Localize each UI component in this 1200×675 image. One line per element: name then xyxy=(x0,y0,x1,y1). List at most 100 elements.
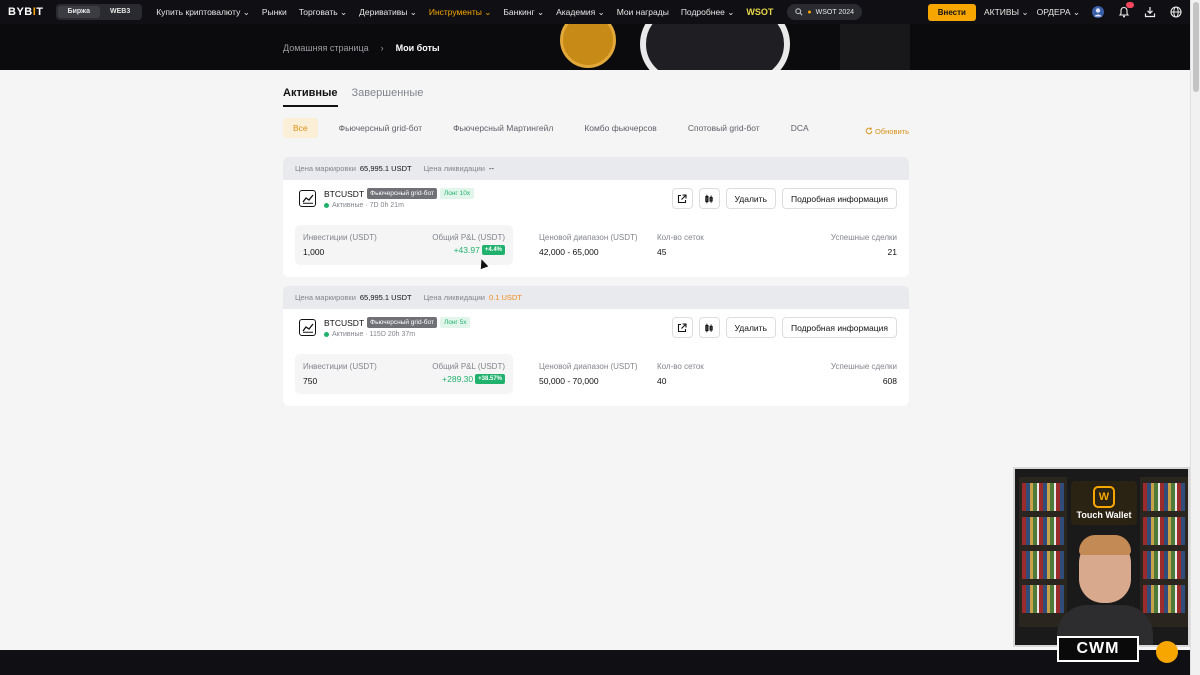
investment-label: Инвестиции (USDT) xyxy=(303,362,377,371)
chevron-right-icon: › xyxy=(380,43,384,53)
investment-pnl-box: Инвестиции (USDT) 750 Общий P&L (USDT) +… xyxy=(295,354,513,394)
page-footer xyxy=(0,650,1190,675)
help-chat-button[interactable] xyxy=(1156,641,1178,663)
nav-item-label: Академия xyxy=(556,6,596,17)
investment-value: 1,000 xyxy=(303,247,325,257)
presenter xyxy=(1057,535,1153,645)
bot-type-badge: Фьючерсный grid-бот xyxy=(367,317,437,328)
liq-price-value: 0.1 USDT xyxy=(488,293,522,302)
tab-completed[interactable]: Завершенные xyxy=(352,87,424,107)
nav-item-label: Деривативы xyxy=(359,6,408,17)
range-label: Ценовой диапазон (USDT) xyxy=(539,362,638,371)
bot-type-badge: Фьючерсный grid-бот xyxy=(367,188,437,199)
leverage-badge: Лонг 5x xyxy=(439,317,471,328)
adjust-button[interactable] xyxy=(698,317,720,338)
cwm-logo: CWM xyxy=(1057,636,1139,662)
candles-icon xyxy=(705,194,713,203)
delete-button[interactable]: Удалить xyxy=(725,317,776,338)
grids-label: Кол-во сеток xyxy=(657,362,704,371)
details-button[interactable]: Подробная информация xyxy=(782,188,897,209)
orders-menu[interactable]: ОРДЕРА ⌄ xyxy=(1037,7,1080,18)
nav-item-7[interactable]: Мои награды xyxy=(617,7,669,17)
grids-value: 40 xyxy=(657,376,667,386)
bybit-logo[interactable]: BYBIT xyxy=(8,6,44,18)
filter-chip-0[interactable]: Все xyxy=(283,118,318,138)
nav-item-label: Инструменты xyxy=(428,6,482,17)
wallet-glyph: W xyxy=(1093,486,1115,508)
refresh-button[interactable]: Обновить xyxy=(865,127,909,136)
nav-item-label: Торговать xyxy=(298,6,338,17)
filter-chip-1[interactable]: Фьючерсный grid-бот xyxy=(329,118,432,138)
nav-item-label: Рынки xyxy=(261,7,287,17)
filter-chip-2[interactable]: Фьючерсный Мартингейл xyxy=(443,118,563,138)
chevron-down-icon: ⌄ xyxy=(534,6,545,17)
nav-item-label: Подробнее xyxy=(680,6,725,17)
switch-web3[interactable]: WEB3 xyxy=(100,6,140,18)
nav-item-label: Купить криптовалюту xyxy=(156,6,241,17)
nav-item-5[interactable]: Банкинг ⌄ xyxy=(503,7,544,18)
range-value: 42,000 - 65,000 xyxy=(539,247,599,257)
adjust-button[interactable] xyxy=(698,188,720,209)
chart-line-icon xyxy=(299,319,316,336)
share-button[interactable] xyxy=(671,317,693,338)
filter-chip-5[interactable]: DCA xyxy=(781,118,819,138)
nav-item-8[interactable]: Подробнее ⌄ xyxy=(681,7,735,18)
webcam-overlay: W Touch Wallet xyxy=(1013,467,1190,647)
delete-button[interactable]: Удалить xyxy=(725,188,776,209)
page-scrollbar[interactable] xyxy=(1190,0,1200,675)
bot-symbol[interactable]: BTCUSDT xyxy=(324,189,364,199)
top-nav: BYBIT Биржа WEB3 Купить криптовалюту ⌄ Ры… xyxy=(0,0,1190,24)
robot-illustration xyxy=(640,24,790,70)
bot-card-header: Цена маркировки 65,995.1 USDT Цена ликви… xyxy=(283,286,909,309)
bell-icon[interactable] xyxy=(1116,2,1134,20)
nav-item-2[interactable]: Торговать ⌄ xyxy=(299,7,347,18)
pnl-percent-badge: +38.57% xyxy=(475,374,505,384)
touch-wallet-text: Touch Wallet xyxy=(1076,510,1132,520)
deposit-button[interactable]: Внести xyxy=(927,3,976,21)
bot-type-filters: Все Фьючерсный grid-бот Фьючерсный Мартинг… xyxy=(283,118,909,138)
details-button[interactable]: Подробная информация xyxy=(782,317,897,338)
bot-summary-row: BTCUSDT Фьючерсный grid-бот Лонг 10x Акт… xyxy=(283,180,909,217)
mark-price-value: 65,995.1 USDT xyxy=(359,164,412,173)
filter-chip-4[interactable]: Спотовый grid-бот xyxy=(678,118,770,138)
breadcrumb: Домашняя страница › Мои боты xyxy=(283,43,440,53)
nav-item-0[interactable]: Купить криптовалюту ⌄ xyxy=(156,7,250,18)
status-tabs: Активные Завершенные xyxy=(283,87,909,107)
breadcrumb-current: Мои боты xyxy=(395,43,440,53)
breadcrumb-home[interactable]: Домашняя страница xyxy=(283,43,369,53)
nav-wsot[interactable]: WSOT xyxy=(746,7,773,17)
bot-symbol[interactable]: BTCUSDT xyxy=(324,318,364,328)
nav-item-label: Банкинг xyxy=(503,6,535,17)
nav-item-label: Мои награды xyxy=(616,7,669,17)
liq-price-label: Цена ликвидации xyxy=(423,164,485,173)
bot-list: Цена маркировки 65,995.1 USDT Цена ликви… xyxy=(283,157,909,406)
trades-label: Успешные сделки xyxy=(830,233,897,242)
share-button[interactable] xyxy=(671,188,693,209)
chevron-down-icon: ⌄ xyxy=(1072,6,1080,17)
range-label: Ценовой диапазон (USDT) xyxy=(539,233,638,242)
trades-label: Успешные сделки xyxy=(830,362,897,371)
status-dot xyxy=(324,203,329,208)
tab-active[interactable]: Активные xyxy=(283,87,338,107)
bookshelf-right xyxy=(1140,477,1188,627)
search-pill-label: WSOT 2024 xyxy=(815,8,855,16)
download-icon[interactable] xyxy=(1142,4,1158,20)
pnl-label: Общий P&L (USDT) xyxy=(432,233,505,242)
nav-item-3[interactable]: Деривативы ⌄ xyxy=(359,7,417,18)
mark-price-label: Цена маркировки xyxy=(295,164,356,173)
bot-stats: Инвестиции (USDT) 750 Общий P&L (USDT) +… xyxy=(283,346,909,406)
external-link-icon xyxy=(677,193,687,203)
scrollbar-thumb[interactable] xyxy=(1193,2,1199,92)
nav-item-6[interactable]: Академия ⌄ xyxy=(556,7,605,18)
avatar[interactable] xyxy=(1090,4,1106,20)
globe-icon[interactable] xyxy=(1168,4,1184,20)
status-dot xyxy=(324,332,329,337)
nav-item-4[interactable]: Инструменты ⌄ xyxy=(429,7,492,18)
assets-menu[interactable]: АКТИВЫ ⌄ xyxy=(984,7,1029,18)
nav-item-1[interactable]: Рынки xyxy=(262,7,287,17)
filter-chip-3[interactable]: Комбо фьючерсов xyxy=(574,118,666,138)
search-pill[interactable]: ● WSOT 2024 xyxy=(787,4,863,20)
switch-exchange[interactable]: Биржа xyxy=(57,6,100,18)
pnl-percent-badge: +4.4% xyxy=(481,245,505,255)
investment-value: 750 xyxy=(303,376,318,386)
